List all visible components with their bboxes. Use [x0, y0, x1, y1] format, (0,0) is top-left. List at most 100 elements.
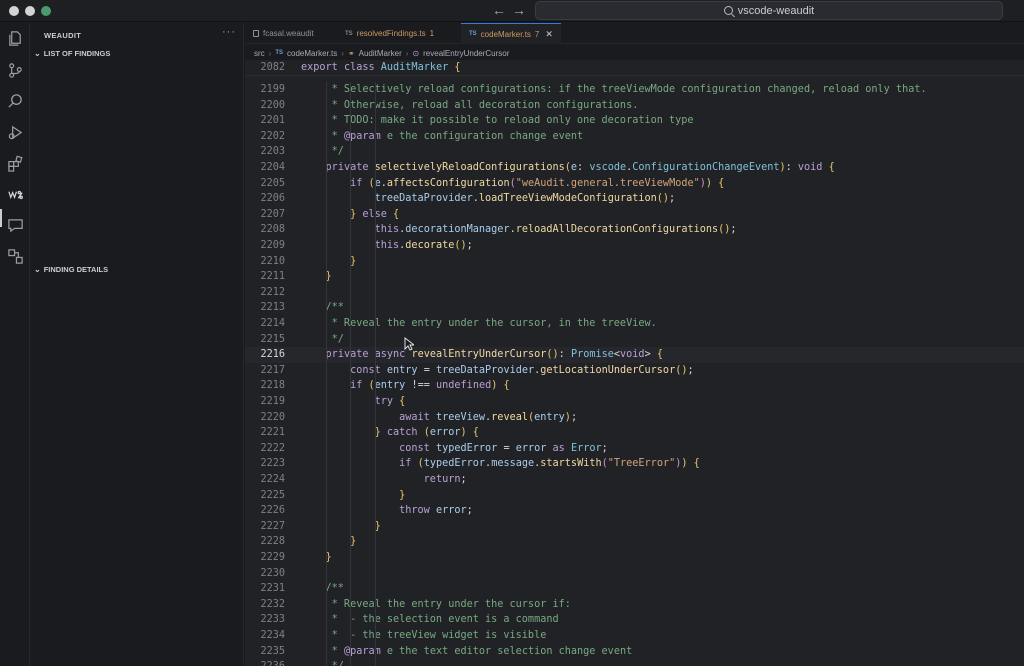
breadcrumb-folder[interactable]: src	[254, 49, 265, 58]
window-minimize-button[interactable]	[25, 6, 35, 16]
line-number: 2227	[260, 520, 285, 532]
explorer-icon[interactable]	[6, 29, 24, 47]
window-close-button[interactable]	[9, 6, 19, 16]
code-line[interactable]: 2203 */	[245, 144, 1024, 160]
line-number: 2236	[245, 659, 285, 666]
code-line[interactable]: 2210 }	[245, 254, 1024, 270]
code-line[interactable]: 2208 this.decorationManager.reloadAllDec…	[245, 222, 1024, 238]
code-line[interactable]: 2206 treeDataProvider.loadTreeViewModeCo…	[245, 191, 1024, 207]
problem-count: 7	[534, 29, 540, 39]
line-number: 2215	[260, 333, 285, 345]
code-line[interactable]: 2223 if (typedError.message.startsWith("…	[245, 456, 1024, 472]
code-text: * Otherwise, reload all decoration confi…	[301, 99, 639, 111]
code-line[interactable]: 2216 private async revealEntryUnderCurso…	[245, 347, 1024, 363]
code-text: * Selectively reload configurations: if …	[301, 84, 927, 95]
code-line[interactable]: 2234 * - the treeView widget is visible	[245, 628, 1024, 644]
code-line[interactable]: 2215 */	[245, 332, 1024, 348]
tab-label: fcasal.weaudit	[263, 29, 314, 38]
line-number: 2235	[260, 645, 285, 657]
code-line[interactable]: 2217 const entry = treeDataProvider.getL…	[245, 363, 1024, 379]
code-line[interactable]: 2231 /**	[245, 581, 1024, 597]
breadcrumb-method[interactable]: revealEntryUnderCursor	[423, 49, 509, 58]
code-line[interactable]: 2211 }	[245, 269, 1024, 285]
code-line[interactable]: 2232 * Reveal the entry under the cursor…	[245, 597, 1024, 613]
extensions-icon[interactable]	[6, 154, 24, 172]
close-icon[interactable]: ✕	[545, 29, 553, 40]
sidebar: WEAUDIT ··· ⌄ LIST OF FINDINGS ⌄ FINDING…	[30, 23, 244, 666]
search-text: vscode-weaudit	[737, 4, 815, 17]
code-line[interactable]: 2200 * Otherwise, reload all decoration …	[245, 98, 1024, 114]
code-line[interactable]: 2235 * @param e the text editor selectio…	[245, 644, 1024, 660]
line-number: 2214	[260, 318, 285, 329]
file-icon	[253, 30, 259, 37]
more-actions-icon[interactable]: ···	[222, 26, 236, 38]
code-line[interactable]: 2219 try {	[245, 394, 1024, 410]
line-number: 2224	[260, 474, 285, 485]
code-line[interactable]: 2229 }	[245, 550, 1024, 566]
code-text: private selectivelyReloadConfigurations(…	[325, 162, 835, 173]
command-center-search[interactable]: vscode-weaudit	[535, 1, 1003, 20]
code-line[interactable]: 2199 * Selectively reload configurations…	[245, 82, 1024, 98]
code-line[interactable]: 2218 if (entry !== undefined) {	[245, 378, 1024, 394]
line-number: 2203	[260, 146, 285, 158]
code-editor[interactable]: 2082 export class AuditMarker { 2199 * Sel…	[245, 60, 1024, 666]
code-line[interactable]: 2228 }	[245, 534, 1024, 550]
code-line[interactable]: 2212	[245, 285, 1024, 301]
window-maximize-button[interactable]	[41, 6, 51, 16]
code-line[interactable]: 2226 throw error;	[245, 503, 1024, 519]
tab-label: resolvedFindings.ts	[356, 29, 426, 38]
comments-icon[interactable]	[6, 216, 24, 234]
breadcrumb-file[interactable]: codeMarker.ts	[287, 49, 337, 58]
tab-resolved-findings[interactable]: TS resolvedFindings.ts 1	[337, 23, 442, 44]
source-control-icon[interactable]	[6, 61, 24, 79]
tab-code-marker[interactable]: TS codeMarker.ts 7 ✕	[461, 23, 561, 44]
code-text: await treeView.reveal(entry);	[399, 411, 578, 423]
typescript-icon: TS	[345, 30, 353, 37]
code-line[interactable]: 2202 * @param e the configuration change…	[245, 129, 1024, 145]
code-line[interactable]: 2233 * - the selection event is a comman…	[245, 612, 1024, 628]
forward-arrow-icon[interactable]: →	[512, 2, 526, 18]
code-line[interactable]: 2213 /**	[245, 300, 1024, 316]
code-text: }	[325, 552, 332, 563]
code-line[interactable]: 2082 export class AuditMarker {	[245, 60, 1024, 76]
code-line[interactable]: 2207 } else {	[245, 207, 1024, 223]
breadcrumb-class[interactable]: AuditMarker	[359, 49, 402, 58]
code-text: if (e.affectsConfiguration("weAudit.gene…	[350, 177, 725, 189]
line-number: 2217	[260, 364, 285, 376]
code-line[interactable]: 2209 this.decorate();	[245, 238, 1024, 254]
section-label: LIST OF FINDINGS	[43, 49, 111, 58]
code-line[interactable]: 2201 * TODO: make it possible to reload …	[245, 113, 1024, 129]
section-list-of-findings[interactable]: ⌄ LIST OF FINDINGS	[34, 49, 110, 58]
code-line[interactable]: 2227 }	[245, 519, 1024, 535]
weaudit-icon[interactable]	[6, 185, 24, 203]
back-arrow-icon[interactable]: ←	[492, 2, 506, 18]
section-finding-details[interactable]: ⌄ FINDING DETAILS	[34, 265, 108, 274]
chevron-right-icon: ›	[341, 48, 344, 58]
code-line[interactable]: 2221 } catch (error) {	[245, 425, 1024, 441]
code-line[interactable]: 2224 return;	[245, 472, 1024, 488]
run-debug-icon[interactable]	[6, 123, 24, 141]
line-number: 2200	[260, 99, 285, 111]
tab-fcasal-weaudit[interactable]: fcasal.weaudit	[245, 23, 322, 44]
remote-explorer-icon[interactable]	[6, 247, 24, 265]
code-line[interactable]: 2222 const typedError = error as Error;	[245, 441, 1024, 457]
line-number: 2211	[260, 271, 285, 283]
code-line[interactable]: 2220 await treeView.reveal(entry);	[245, 410, 1024, 426]
tab-label: codeMarker.ts	[480, 29, 531, 39]
code-line[interactable]: 2225 }	[245, 488, 1024, 504]
line-number: 2218	[260, 380, 285, 392]
search-view-icon[interactable]	[6, 92, 24, 110]
code-text: * TODO: make it possible to reload only …	[301, 115, 694, 127]
code-line[interactable]: 2236 */	[245, 659, 1024, 666]
breadcrumb: src › TS codeMarker.ts › ⚭ AuditMarker ›…	[254, 46, 509, 60]
method-symbol-icon: ⊙	[412, 48, 420, 58]
code-line[interactable]: 2230	[245, 566, 1024, 582]
code-text: if (typedError.message.startsWith("TreeE…	[399, 458, 700, 470]
indent-guide	[350, 82, 352, 666]
code-line[interactable]: 2214 * Reveal the entry under the cursor…	[245, 316, 1024, 332]
code-line[interactable]: 2205 if (e.affectsConfiguration("weAudit…	[245, 176, 1024, 192]
code-line[interactable]: 2204 private selectivelyReloadConfigurat…	[245, 160, 1024, 176]
active-view-indicator	[0, 209, 2, 227]
problem-count: 1	[429, 29, 435, 38]
chevron-right-icon: ›	[268, 48, 272, 58]
